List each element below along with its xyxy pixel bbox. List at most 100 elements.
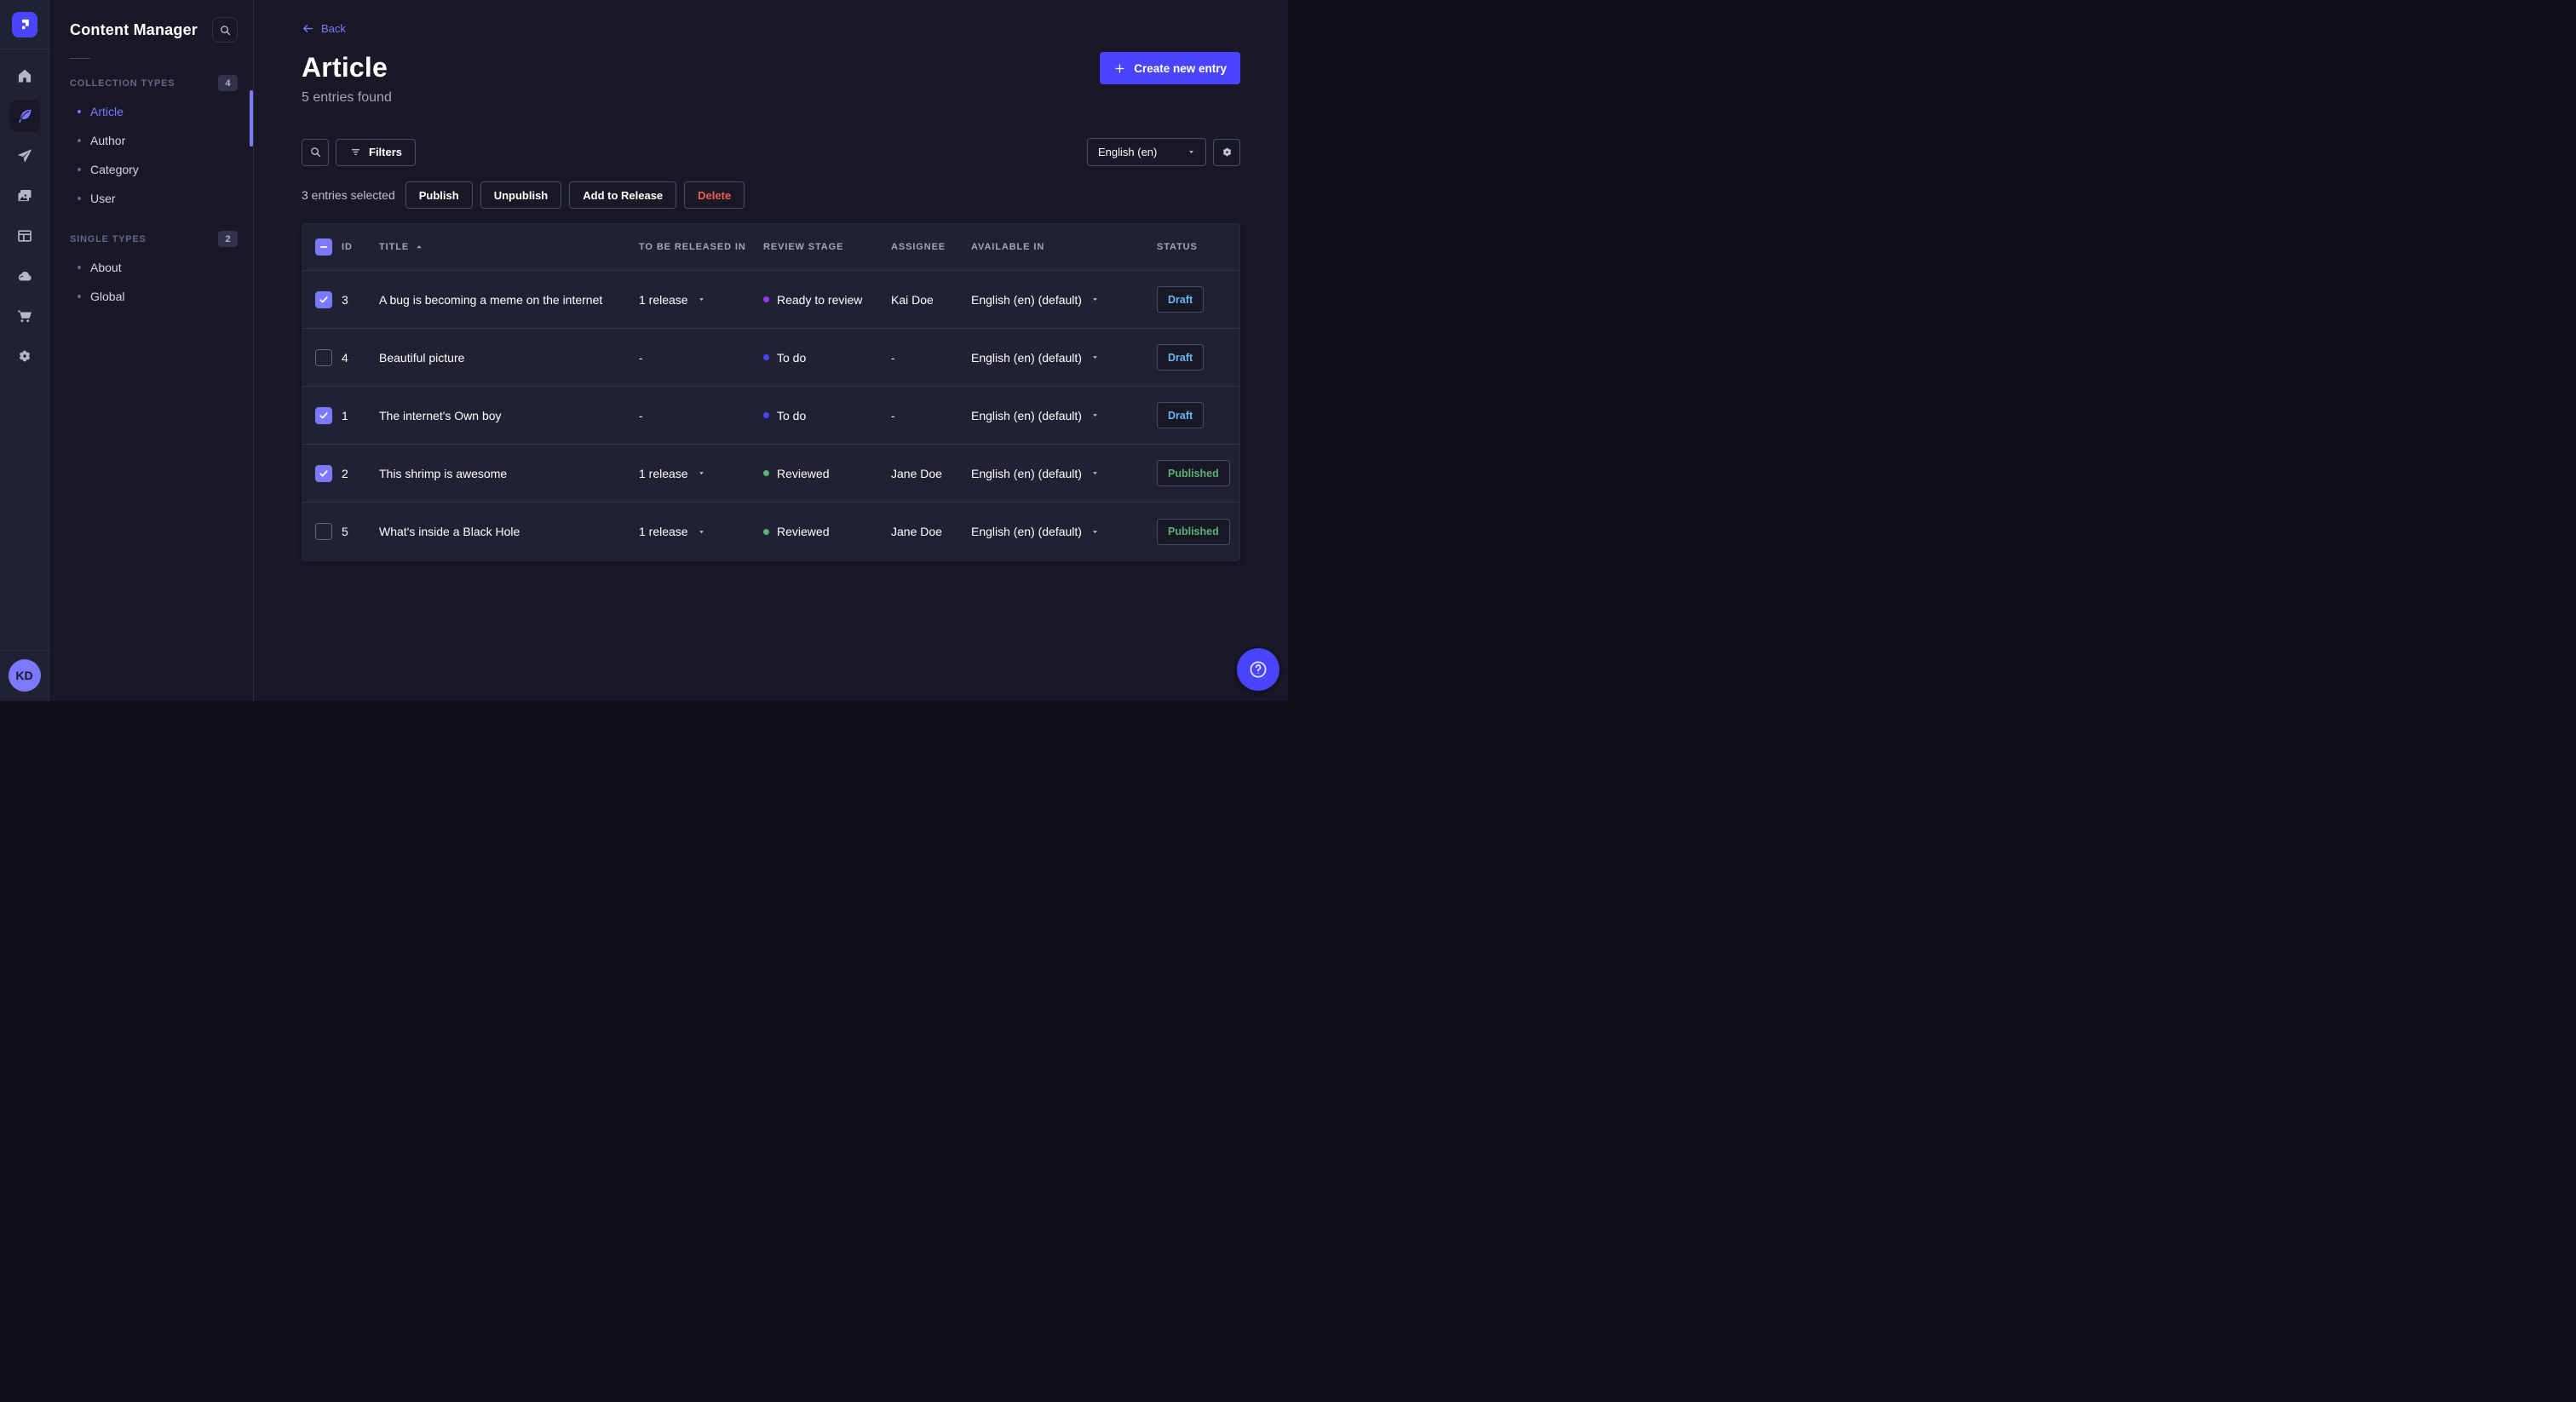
home-icon xyxy=(16,67,33,84)
chevron-down-icon xyxy=(1189,151,1193,153)
subnav-item-article[interactable]: Article xyxy=(49,97,253,126)
media-images-icon xyxy=(16,187,33,204)
add-to-release-button[interactable]: Add to Release xyxy=(569,181,677,209)
selection-actions: Publish Unpublish Add to Release Delete xyxy=(405,181,745,209)
subnav-item-category[interactable]: Category xyxy=(49,155,253,184)
row-checkbox[interactable] xyxy=(315,406,332,424)
strapi-logo[interactable] xyxy=(11,11,37,37)
subnav-search-button[interactable] xyxy=(212,17,238,43)
nav-item-layout[interactable] xyxy=(9,221,40,251)
avatar[interactable]: KD xyxy=(8,659,41,692)
nav-item-paper-plane[interactable] xyxy=(9,141,40,171)
locale-select[interactable]: English (en) xyxy=(1087,138,1206,166)
nav-item-cloud[interactable] xyxy=(9,261,40,291)
check-icon xyxy=(319,411,328,418)
cell-assignee: Jane Doe xyxy=(891,525,942,538)
subnav-item-about[interactable]: About xyxy=(49,253,253,282)
section-count-badge: 2 xyxy=(218,231,238,247)
row-checkbox-cell xyxy=(302,464,342,482)
cell-title: Beautiful picture xyxy=(379,350,465,365)
chevron-down-icon[interactable] xyxy=(1091,353,1099,361)
back-link[interactable]: Back xyxy=(302,22,346,35)
row-checkbox[interactable] xyxy=(315,290,332,308)
chevron-down-icon[interactable] xyxy=(698,528,705,536)
status-badge: Draft xyxy=(1157,344,1205,371)
column-header-assignee: ASSIGNEE xyxy=(891,242,946,252)
bullet-icon xyxy=(78,295,81,298)
section-count-badge: 4 xyxy=(218,75,238,91)
status-badge: Draft xyxy=(1157,402,1205,428)
plus-icon xyxy=(1115,64,1124,72)
cell-status: Published xyxy=(1157,518,1239,545)
locale-value: English (en) xyxy=(1098,146,1158,158)
section-label: SINGLE TYPES xyxy=(70,233,147,244)
check-icon xyxy=(319,296,328,302)
table-row[interactable]: 3 A bug is becoming a meme on the interne… xyxy=(302,271,1239,329)
feather-icon xyxy=(16,107,33,124)
subnav: Content Manager COLLECTION TYPES 4 Article… xyxy=(49,0,254,701)
nav-item-feather[interactable] xyxy=(9,101,40,131)
cell-locale: English (en) (default) xyxy=(971,525,1157,538)
entries-table: ID TITLE TO BE RELEASED IN REVIEW STAGE ASSI… xyxy=(302,223,1240,561)
bullet-icon xyxy=(78,110,81,113)
table-row[interactable]: 1 The internet's Own boy - To do - English (e… xyxy=(302,387,1239,445)
help-button[interactable] xyxy=(1237,648,1279,691)
subnav-item-label: Author xyxy=(90,134,126,147)
main-content: Back Article Create new entry 5 entries … xyxy=(254,0,1288,701)
entries-count: 5 entries found xyxy=(302,90,392,105)
subnav-item-user[interactable]: User xyxy=(49,184,253,213)
cell-title: A bug is becoming a meme on the internet xyxy=(379,292,603,307)
filters-button[interactable]: Filters xyxy=(336,138,417,166)
subnav-item-global[interactable]: Global xyxy=(49,282,253,311)
chevron-down-icon[interactable] xyxy=(1091,528,1099,536)
cell-locale: English (en) (default) xyxy=(971,409,1157,422)
publish-button[interactable]: Publish xyxy=(405,181,473,209)
chevron-down-icon[interactable] xyxy=(698,469,705,477)
search-button[interactable] xyxy=(302,138,329,166)
row-checkbox[interactable] xyxy=(315,464,332,482)
cell-id: 4 xyxy=(342,350,348,365)
subnav-item-author[interactable]: Author xyxy=(49,126,253,155)
section-header-collection-types[interactable]: COLLECTION TYPES 4 xyxy=(49,69,253,97)
unpublish-button[interactable]: Unpublish xyxy=(480,181,562,209)
chevron-down-icon[interactable] xyxy=(1091,411,1099,419)
chevron-down-icon[interactable] xyxy=(1091,296,1099,303)
gear-icon xyxy=(16,348,33,365)
table-row[interactable]: 5 What's inside a Black Hole 1 release Revi… xyxy=(302,503,1239,560)
cell-locale: English (en) (default) xyxy=(971,351,1157,365)
nav-item-gear[interactable] xyxy=(9,341,40,371)
delete-button[interactable]: Delete xyxy=(684,181,745,209)
nav-item-media-images[interactable] xyxy=(9,181,40,211)
chevron-down-icon[interactable] xyxy=(698,296,705,303)
subnav-item-label: User xyxy=(90,192,116,205)
stage-dot-icon xyxy=(763,296,769,302)
view-settings-button[interactable] xyxy=(1213,138,1240,166)
status-badge: Published xyxy=(1157,460,1230,486)
section-header-single-types[interactable]: SINGLE TYPES 2 xyxy=(49,225,253,253)
layout-icon xyxy=(16,227,33,244)
cell-assignee: Jane Doe xyxy=(891,466,942,480)
column-header-title: TITLE xyxy=(379,242,639,252)
gear-icon xyxy=(1222,147,1231,157)
cell-title: The internet's Own boy xyxy=(379,408,502,422)
cloud-icon xyxy=(16,267,33,284)
cart-icon xyxy=(16,307,33,325)
row-checkbox[interactable] xyxy=(315,523,332,540)
cell-review-stage: Ready to review xyxy=(763,293,891,307)
sort-button[interactable] xyxy=(415,243,423,251)
subnav-scrollbar-thumb[interactable] xyxy=(250,90,253,147)
cell-id: 2 xyxy=(342,466,348,480)
chevron-down-icon[interactable] xyxy=(1091,469,1099,477)
table-row[interactable]: 4 Beautiful picture - To do - English (en) (d… xyxy=(302,329,1239,387)
table-header-row: ID TITLE TO BE RELEASED IN REVIEW STAGE ASSI… xyxy=(302,224,1239,271)
section-label: COLLECTION TYPES xyxy=(70,78,175,89)
cell-status: Draft xyxy=(1157,344,1239,371)
cell-id: 5 xyxy=(342,525,348,538)
table-row[interactable]: 2 This shrimp is awesome 1 release Reviewed… xyxy=(302,445,1239,503)
row-checkbox[interactable] xyxy=(315,348,332,366)
strapi-logo-icon xyxy=(22,19,29,30)
nav-item-home[interactable] xyxy=(9,60,40,91)
create-new-entry-button[interactable]: Create new entry xyxy=(1100,52,1240,84)
nav-item-cart[interactable] xyxy=(9,301,40,331)
select-all-checkbox[interactable] xyxy=(315,238,332,256)
